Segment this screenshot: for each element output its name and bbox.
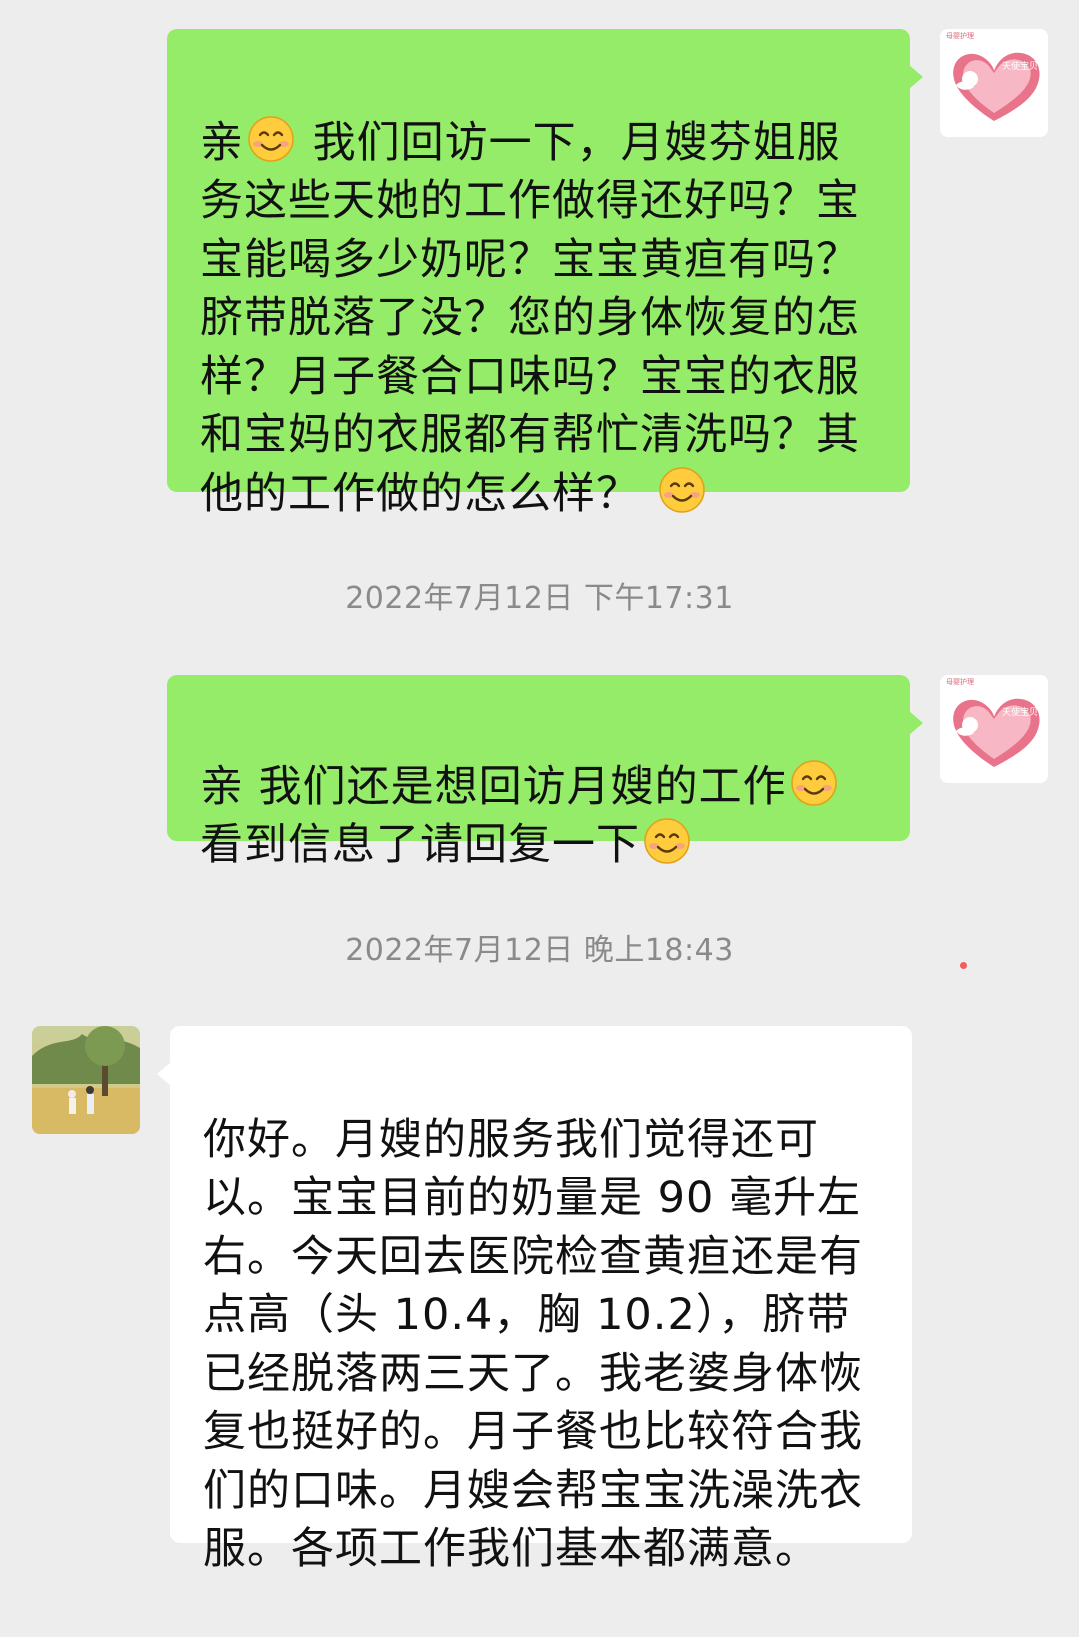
- svg-text:天使宝贝: 天使宝贝: [1002, 60, 1038, 72]
- message-text: 你好。月嫂的服务我们觉得还可以。宝宝目前的奶量是 90 毫升左右。今天回去医院检…: [203, 1114, 863, 1575]
- message-bubble-outgoing[interactable]: 亲 我们还是想回访月嫂的工作 看到信息了请回复一下: [167, 675, 923, 870]
- smile-emoji-icon: [790, 759, 838, 807]
- avatar-contact[interactable]: [32, 1026, 140, 1134]
- couple-photo-icon: [32, 1026, 140, 1134]
- heart-angel-logo-icon: 母婴护理 天使宝贝: [940, 29, 1048, 137]
- timestamp: 2022年7月12日 晚上18:43: [345, 933, 734, 968]
- avatar-self[interactable]: 母婴护理 天使宝贝: [940, 29, 1048, 137]
- svg-text:天使宝贝: 天使宝贝: [1002, 706, 1038, 718]
- message-text: 亲 我们回访一下，月嫂芬姐服务这些天她的工作做得还好吗？宝宝能喝多少奶呢？宝宝黄…: [200, 114, 880, 524]
- message-bubble-outgoing[interactable]: 亲 我们回访一下，月嫂芬姐服务这些天她的工作做得还好吗？宝宝能喝多少奶呢？宝宝黄…: [167, 29, 923, 519]
- message-text: 亲 我们还是想回访月嫂的工作 看到信息了请回复一下: [200, 758, 880, 875]
- svg-text:母婴护理: 母婴护理: [946, 677, 974, 686]
- smile-emoji-icon: [643, 817, 691, 865]
- smile-emoji-icon: [658, 466, 706, 514]
- svg-text:母婴护理: 母婴护理: [946, 31, 974, 40]
- chat-window: 亲 我们回访一下，月嫂芬姐服务这些天她的工作做得还好吗？宝宝能喝多少奶呢？宝宝黄…: [0, 0, 1079, 1590]
- unread-indicator: [960, 962, 967, 969]
- smile-emoji-icon: [247, 115, 295, 163]
- heart-angel-logo-icon: 母婴护理 天使宝贝: [940, 675, 1048, 783]
- timestamp: 2022年7月12日 下午17:31: [345, 581, 734, 616]
- avatar-self[interactable]: 母婴护理 天使宝贝: [940, 675, 1048, 783]
- message-bubble-incoming[interactable]: 你好。月嫂的服务我们觉得还可以。宝宝目前的奶量是 90 毫升左右。今天回去医院检…: [157, 1026, 912, 1574]
